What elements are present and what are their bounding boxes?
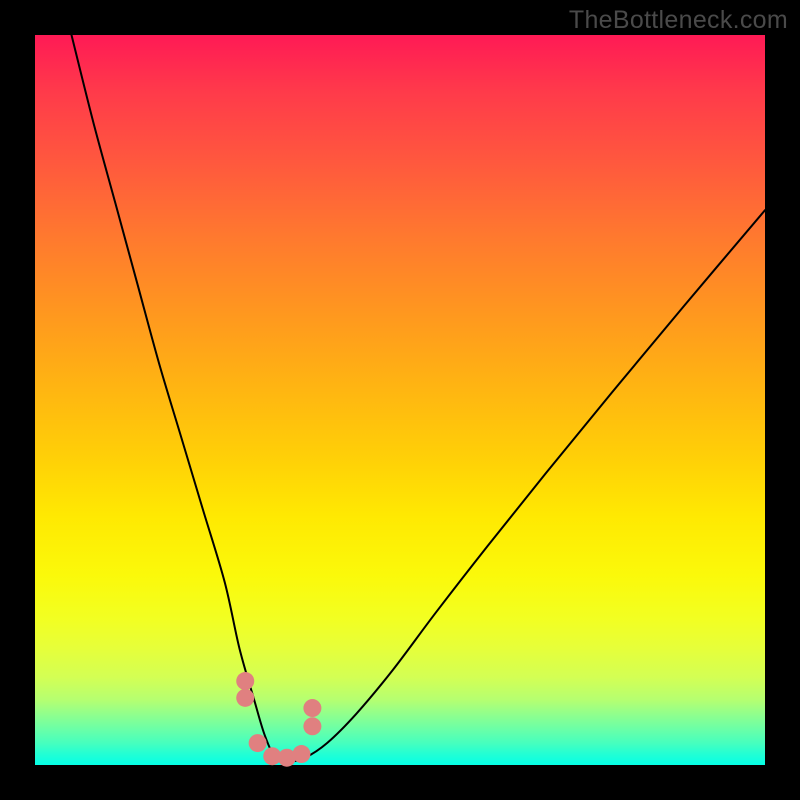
marker-dot: [303, 717, 321, 735]
marker-dot: [236, 689, 254, 707]
marker-dot: [249, 734, 267, 752]
marker-dot: [303, 699, 321, 717]
marker-dot: [292, 745, 310, 763]
chart-frame: TheBottleneck.com: [0, 0, 800, 800]
watermark-text: TheBottleneck.com: [569, 6, 788, 35]
optimal-band-markers: [236, 672, 321, 767]
curve-layer: [35, 35, 765, 765]
bottleneck-curve: [72, 35, 766, 761]
marker-dot: [236, 672, 254, 690]
plot-area: [35, 35, 765, 765]
